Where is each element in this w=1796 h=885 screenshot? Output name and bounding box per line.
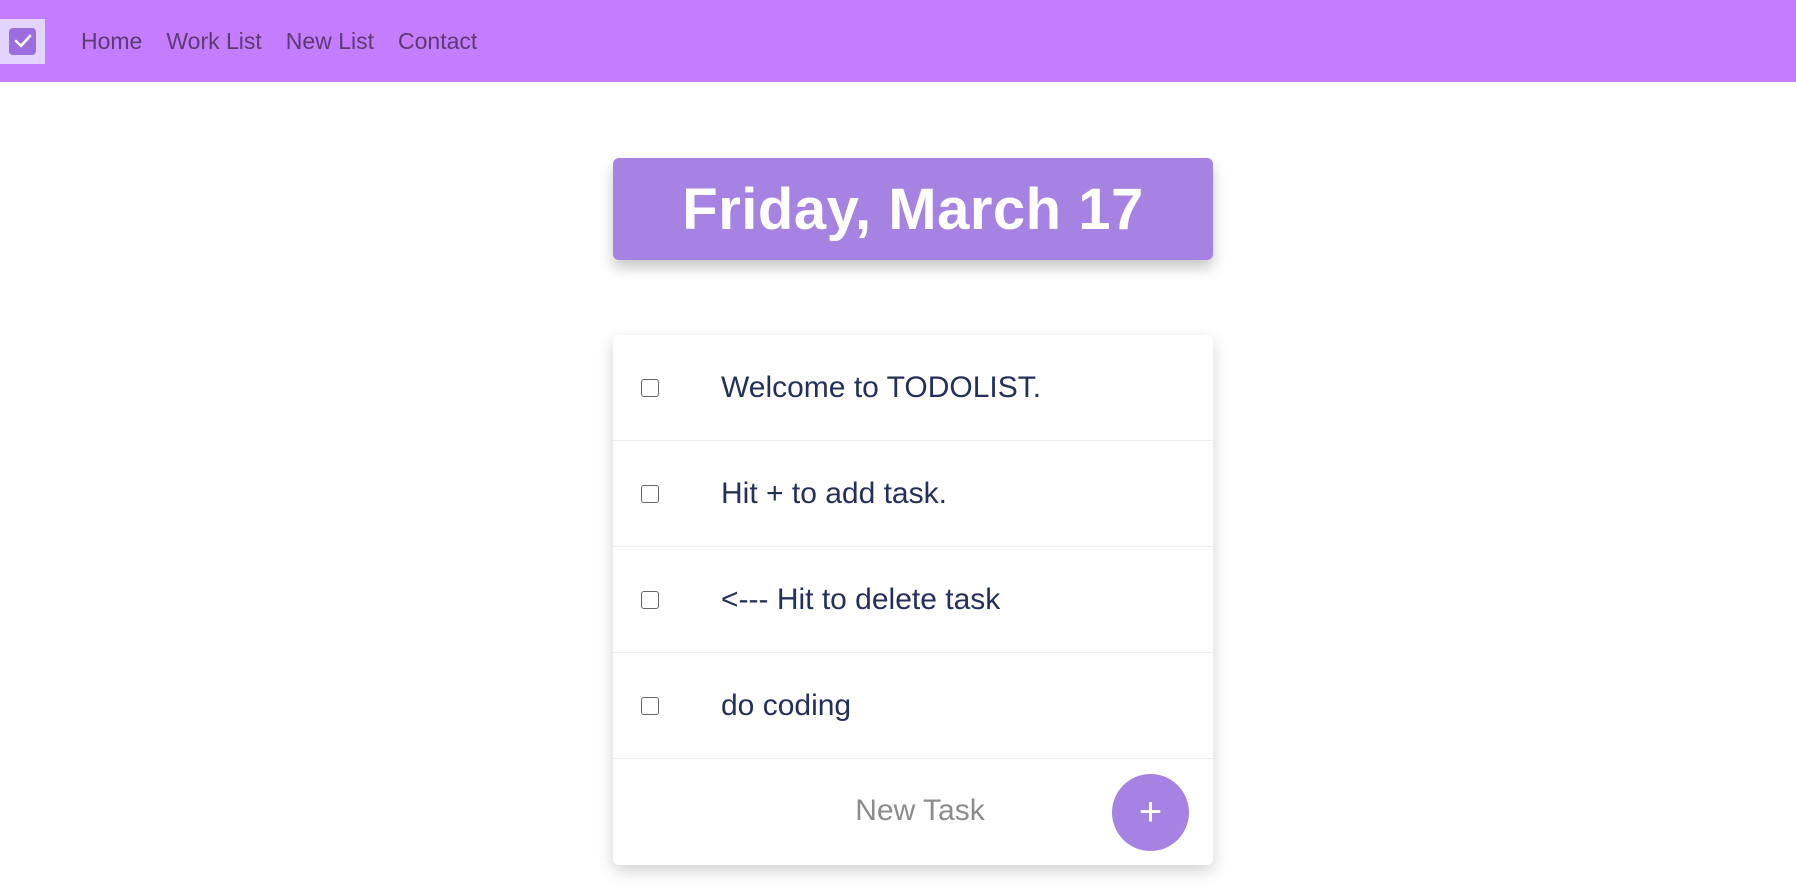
add-task-button[interactable]: + [1112, 774, 1189, 851]
task-checkbox[interactable] [641, 590, 659, 609]
task-text: <--- Hit to delete task [721, 582, 1001, 616]
task-text: Welcome to TODOLIST. [721, 370, 1042, 404]
date-title: Friday, March 17 [682, 176, 1144, 242]
task-text: do coding [721, 688, 852, 722]
nav-link-contact[interactable]: Contact [398, 28, 477, 55]
new-task-row: + [613, 759, 1213, 863]
task-checkbox[interactable] [641, 378, 659, 397]
nav-link-home[interactable]: Home [81, 28, 142, 55]
check-square-icon [9, 27, 36, 55]
date-header: Friday, March 17 [613, 158, 1213, 260]
task-checkbox[interactable] [641, 484, 659, 503]
task-item: <--- Hit to delete task [613, 547, 1213, 653]
logo[interactable] [0, 18, 45, 64]
nav-links: Home Work List New List Contact [81, 28, 501, 55]
task-item: Welcome to TODOLIST. [613, 335, 1213, 441]
task-item: do coding [613, 653, 1213, 759]
task-item: Hit + to add task. [613, 441, 1213, 547]
todo-card: Welcome to TODOLIST. Hit + to add task. … [613, 335, 1213, 865]
nav-link-work-list[interactable]: Work List [166, 28, 261, 55]
new-task-input[interactable] [793, 787, 1047, 835]
nav-link-new-list[interactable]: New List [286, 28, 374, 55]
task-text: Hit + to add task. [721, 476, 947, 510]
navbar: Home Work List New List Contact [0, 0, 1796, 82]
task-checkbox[interactable] [641, 696, 659, 715]
